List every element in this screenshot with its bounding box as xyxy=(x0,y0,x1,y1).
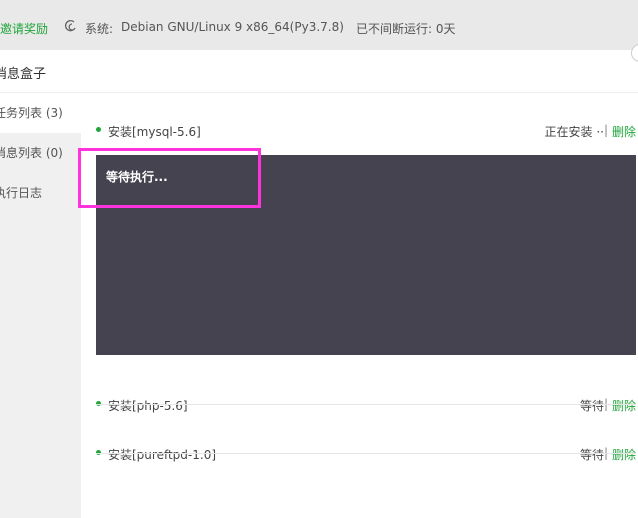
system-value: Debian GNU/Linux 9 x86_64(Py3.7.8) xyxy=(121,20,344,34)
task-status: 等待 xyxy=(579,448,604,462)
sidebar-item-exec-log[interactable]: 执行日志 xyxy=(0,173,81,213)
sidebar-item-message-list[interactable]: 消息列表 (0) xyxy=(0,133,81,173)
separator: | xyxy=(603,123,608,137)
task-item: 安装[php-5.6] 等待 | 删除 xyxy=(96,367,636,415)
sidebar-item-task-list[interactable]: 任务列表 (3) xyxy=(0,93,81,133)
uptime-text: 已不间断运行: 0天 xyxy=(356,22,456,36)
message-box-modal: 消息盒子 任务列表 (3) 消息列表 (0) 执行日志 安装[mysql-5.6… xyxy=(0,44,638,518)
sidebar-item-label: 消息列表 (0) xyxy=(0,146,63,160)
invite-reward-link[interactable]: 邀请奖励 xyxy=(0,20,48,37)
debian-swirl-icon xyxy=(65,20,76,32)
task-name: 安装[pureftpd-1.0] xyxy=(108,448,217,462)
task-name: 安装[mysql-5.6] xyxy=(108,125,201,139)
task-status: 等待 xyxy=(579,399,604,413)
delete-link[interactable]: 删除 xyxy=(612,123,636,140)
divider xyxy=(96,453,636,454)
task-list-panel: 安装[mysql-5.6] 正在安装 ·· | 删除 等待执行... 安装[ph… xyxy=(78,93,636,518)
task-status: 正在安装 ·· xyxy=(544,125,604,139)
delete-link[interactable]: 删除 xyxy=(612,446,636,463)
install-log-console: 等待执行... xyxy=(78,148,636,355)
highlight-box xyxy=(78,148,261,208)
task-item: 安装[mysql-5.6] 正在安装 ·· | 删除 xyxy=(96,93,636,141)
modal-sidebar: 任务列表 (3) 消息列表 (0) 执行日志 xyxy=(0,93,81,518)
top-status-bar: 邀请奖励 系统: Debian GNU/Linux 9 x86_64(Py3.7… xyxy=(0,0,638,51)
modal-header: 消息盒子 xyxy=(0,44,638,93)
delete-link[interactable]: 删除 xyxy=(612,397,636,414)
task-item: 安装[pureftpd-1.0] 等待 | 删除 xyxy=(96,416,636,464)
modal-title: 消息盒子 xyxy=(0,67,47,82)
status-dot-icon xyxy=(96,127,101,132)
system-label: 系统: xyxy=(85,22,114,36)
sidebar-item-label: 执行日志 xyxy=(0,186,43,200)
task-name: 安装[php-5.6] xyxy=(108,399,188,413)
sidebar-item-label: 任务列表 (3) xyxy=(0,106,63,120)
close-icon[interactable] xyxy=(631,44,638,62)
divider xyxy=(96,404,636,405)
